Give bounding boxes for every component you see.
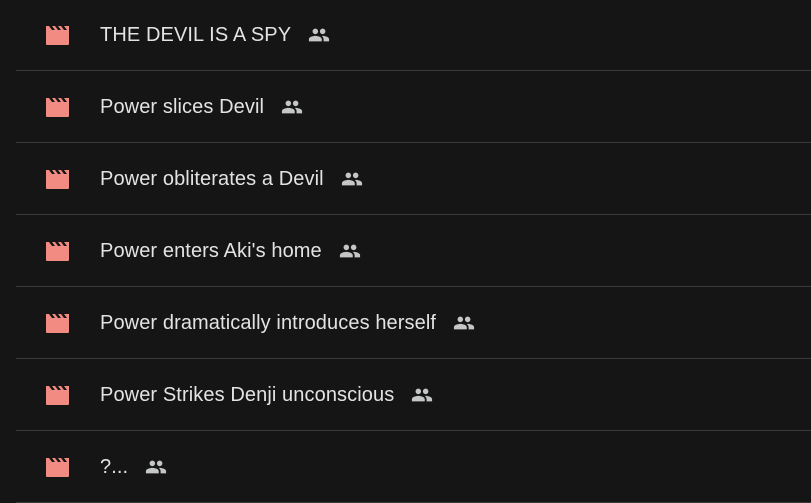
video-clapperboard-icon: [45, 240, 71, 262]
file-row[interactable]: Power obliterates a Devil: [16, 144, 811, 215]
file-row[interactable]: Power Strikes Denji unconscious: [16, 360, 811, 431]
file-name: Power obliterates a Devil: [100, 168, 324, 190]
file-row[interactable]: Power slices Devil: [16, 72, 811, 143]
video-clapperboard-icon: [45, 168, 71, 190]
file-row[interactable]: Power enters Aki's home: [16, 216, 811, 287]
file-row[interactable]: Power dramatically introduces herself: [16, 288, 811, 359]
file-name: ?...: [100, 456, 129, 478]
file-name: Power Strikes Denji unconscious: [100, 384, 395, 406]
file-row[interactable]: THE DEVIL IS A SPY: [16, 0, 811, 71]
file-name: THE DEVIL IS A SPY: [100, 24, 292, 46]
people-icon: [144, 455, 168, 479]
video-clapperboard-icon: [45, 384, 71, 406]
people-icon: [338, 239, 362, 263]
people-icon: [307, 23, 331, 47]
people-icon: [410, 383, 434, 407]
file-name: Power enters Aki's home: [100, 240, 322, 262]
people-icon: [452, 311, 476, 335]
video-clapperboard-icon: [45, 456, 71, 478]
video-clapperboard-icon: [45, 24, 71, 46]
file-row[interactable]: ?...: [16, 432, 811, 503]
people-icon: [280, 95, 304, 119]
people-icon: [340, 167, 364, 191]
file-name: Power slices Devil: [100, 96, 265, 118]
file-list: THE DEVIL IS A SPY Power slices Devil Po…: [0, 0, 811, 503]
video-clapperboard-icon: [45, 312, 71, 334]
video-clapperboard-icon: [45, 96, 71, 118]
file-name: Power dramatically introduces herself: [100, 312, 437, 334]
